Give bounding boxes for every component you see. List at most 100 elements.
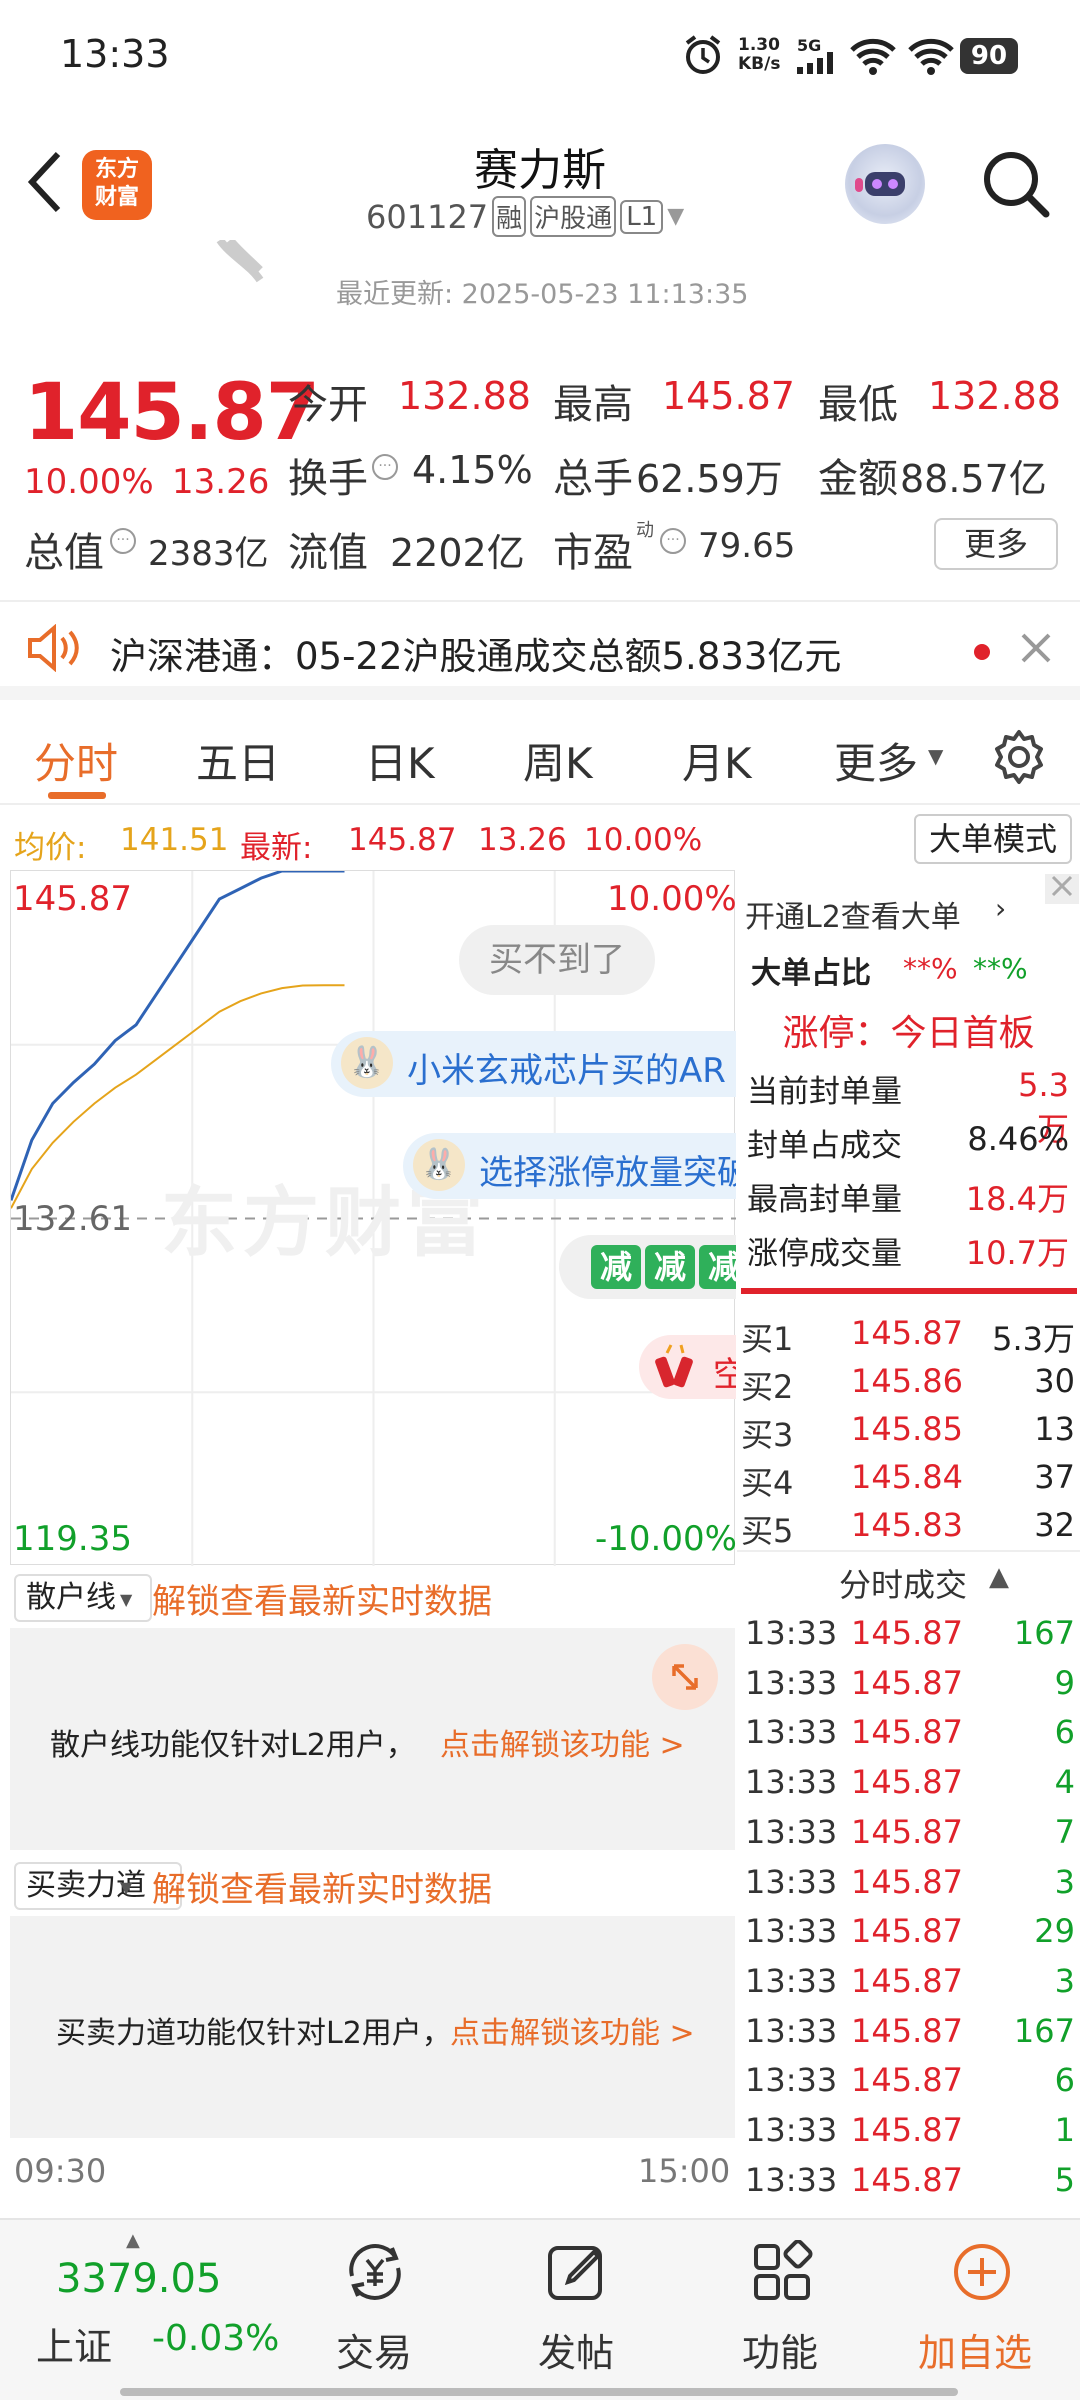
intraday-chart[interactable]: 东方财富 145.87 10.00% 132.61 119.35 -10.00%… xyxy=(10,870,737,1566)
trade-volume: 7 xyxy=(1054,1812,1075,1851)
alarm-icon xyxy=(682,34,724,80)
force-unlock-button[interactable]: 点击解锁该功能 > xyxy=(450,2008,695,2052)
stock-header: 东方 财富 赛力斯 601127 融 沪股通 L1 ▼ xyxy=(0,110,1080,250)
tab-five-day[interactable]: 五日 xyxy=(196,730,280,791)
trade-row: 13:33 145.87 6 xyxy=(737,1709,1080,1757)
add-watchlist-label: 加自选 xyxy=(918,2331,1033,2375)
open-value: 132.88 xyxy=(398,374,531,418)
add-watchlist-button[interactable]: 加自选 xyxy=(910,2234,1060,2384)
edit-icon xyxy=(542,2240,612,2308)
update-row: 最近更新: 2025-05-23 11:13:35 xyxy=(0,237,1080,340)
volume-value: 62.59万 xyxy=(636,457,783,501)
close-icon-2[interactable] xyxy=(1045,874,1079,904)
retail-unlock-link[interactable]: 解锁查看最新实时数据 xyxy=(152,1574,492,1623)
retail-line-lock[interactable]: 散户线功能仅针对L2用户， 点击解锁该功能 > xyxy=(10,1628,735,1850)
force-unlock-link[interactable]: 解锁查看最新实时数据 xyxy=(152,1862,492,1911)
big-ratio-label: 大单占比 xyxy=(751,956,871,991)
trade-volume: 1 xyxy=(1054,2111,1075,2149)
pct-bot-label: -10.00% xyxy=(595,1519,737,1559)
info-icon-3[interactable]: ··· xyxy=(660,528,686,554)
latest-value: 145.87 xyxy=(348,822,457,858)
retail-unlock-button[interactable]: 点击解锁该功能 > xyxy=(440,1720,685,1764)
big-order-mode-button[interactable]: 大单模式 xyxy=(914,814,1072,864)
comment-bubble-3[interactable]: 🐰 选择涨停放量突破 xyxy=(403,1133,736,1199)
post-label: 发帖 xyxy=(538,2331,615,2375)
tab-weekly-k[interactable]: 周K xyxy=(523,730,593,791)
bid-volume: 32 xyxy=(1034,1506,1075,1544)
tab-intraday[interactable]: 分时 xyxy=(34,730,118,791)
post-button[interactable]: 发帖 xyxy=(522,2234,632,2384)
low-label: 最低 xyxy=(818,382,898,428)
gear-icon[interactable] xyxy=(990,728,1048,790)
bid-level: 买2 xyxy=(741,1368,794,1406)
reduce-badge-icon-3: 减 xyxy=(699,1245,736,1289)
wifi-icon-2 xyxy=(908,38,954,80)
search-icon[interactable] xyxy=(980,148,1052,224)
trade-row: 13:33 145.87 29 xyxy=(737,1908,1080,1956)
side-panel: 开通L2查看大单 › 大单占比 **% **% 涨停：今日首板 当前封单量 5.… xyxy=(737,870,1080,2200)
robot-avatar[interactable] xyxy=(845,144,925,224)
trade-row: 13:33 145.87 3 xyxy=(737,1958,1080,2006)
retail-line-header: 散户线 ▼ 解锁查看最新实时数据 xyxy=(10,1568,735,1628)
trade-time: 13:33 xyxy=(745,1663,838,1702)
bid-price: 145.85 xyxy=(851,1410,963,1448)
notice-bar[interactable]: 沪深港通：05-22沪股通成交总额5.833亿元 xyxy=(0,600,1080,700)
rabbit-avatar-icon: 🐰 xyxy=(341,1037,393,1089)
index-name[interactable]: 上证 xyxy=(36,2316,112,2371)
chevron-down-icon-3: ▼ xyxy=(120,1878,133,1897)
bid-row: 买4 145.84 37 xyxy=(737,1454,1080,1502)
avg-label: 均价: xyxy=(14,830,87,866)
tab-monthly-k[interactable]: 月K xyxy=(682,730,752,791)
expand-icon[interactable] xyxy=(652,1644,718,1710)
trade-button[interactable]: 交易 xyxy=(320,2234,430,2384)
add-circle-icon xyxy=(950,2240,1014,2308)
reduce-badges[interactable]: 减 减 减 xyxy=(559,1235,736,1299)
bid-row: 买1 145.87 5.3万 xyxy=(737,1310,1080,1358)
signal-icon xyxy=(797,52,841,78)
speaker-icon xyxy=(26,623,82,676)
tab-daily-k[interactable]: 日K xyxy=(365,730,435,791)
index-value[interactable]: 3379.05 xyxy=(56,2256,221,2302)
pct-top-label: 10.00% xyxy=(607,879,737,919)
reduce-badge-icon-2: 减 xyxy=(645,1245,695,1289)
trade-row: 13:33 145.87 3 xyxy=(737,1859,1080,1907)
more-button[interactable]: 更多 xyxy=(934,518,1058,570)
pe-label: 市盈 xyxy=(553,530,633,576)
status-time: 13:33 xyxy=(60,32,170,76)
bid-row: 买3 145.85 13 xyxy=(737,1406,1080,1454)
trade-row: 13:33 145.87 6 xyxy=(737,2057,1080,2105)
amount-value: 88.57亿 xyxy=(900,457,1047,501)
info-icon[interactable]: ··· xyxy=(372,454,398,480)
reduce-badge-icon: 减 xyxy=(591,1245,641,1289)
trade-row: 13:33 145.87 4 xyxy=(737,1759,1080,1807)
comment-text-3: 选择涨停放量突破 xyxy=(479,1153,736,1193)
trade-row: 13:33 145.87 167 xyxy=(737,2008,1080,2056)
comment-bubble-2[interactable]: 🐰 小米玄戒芯片买的AR xyxy=(331,1031,736,1097)
trade-row: 13:33 145.87 9 xyxy=(737,1660,1080,1708)
trade-price: 145.87 xyxy=(851,2111,963,2149)
event-badge[interactable]: 空 xyxy=(639,1335,736,1399)
bid-level: 买4 xyxy=(741,1464,794,1502)
bottom-bar: ▲ 3379.05 上证 -0.03% 交易 发帖 功能 加自选 xyxy=(0,2218,1080,2400)
trade-price: 145.87 xyxy=(851,1663,963,1702)
net-speed: 1.30 KB/s xyxy=(738,35,781,74)
chevron-down-icon: ▼ xyxy=(928,744,944,768)
trade-price: 145.87 xyxy=(851,1713,963,1752)
info-icon-2[interactable]: ··· xyxy=(110,528,136,554)
close-icon[interactable] xyxy=(1020,632,1052,668)
function-button[interactable]: 功能 xyxy=(726,2234,836,2384)
stock-code-row: 601127 融 沪股通 L1 ▼ xyxy=(366,196,684,237)
comment-bubble[interactable]: 买不到了 xyxy=(459,925,655,995)
limit-up-label: 涨停：今日首板 xyxy=(782,1013,1035,1054)
bid-level: 买1 xyxy=(741,1320,794,1358)
dropdown-icon[interactable]: ▼ xyxy=(667,204,684,229)
cropped-logo-icon xyxy=(210,237,290,294)
tab-more[interactable]: 更多 xyxy=(834,730,918,791)
seal-ratio-label: 封单占成交 xyxy=(747,1128,902,1164)
force-lock[interactable]: 买卖力道功能仅针对L2用户， 点击解锁该功能 > xyxy=(10,1916,735,2138)
bid-price: 145.83 xyxy=(851,1506,963,1544)
l2-link[interactable]: 开通L2查看大单 xyxy=(745,892,961,936)
turnover-value: 4.15% xyxy=(412,448,533,492)
grid-icon xyxy=(750,2239,814,2308)
trades-title[interactable]: 分时成交 xyxy=(839,1560,967,1606)
